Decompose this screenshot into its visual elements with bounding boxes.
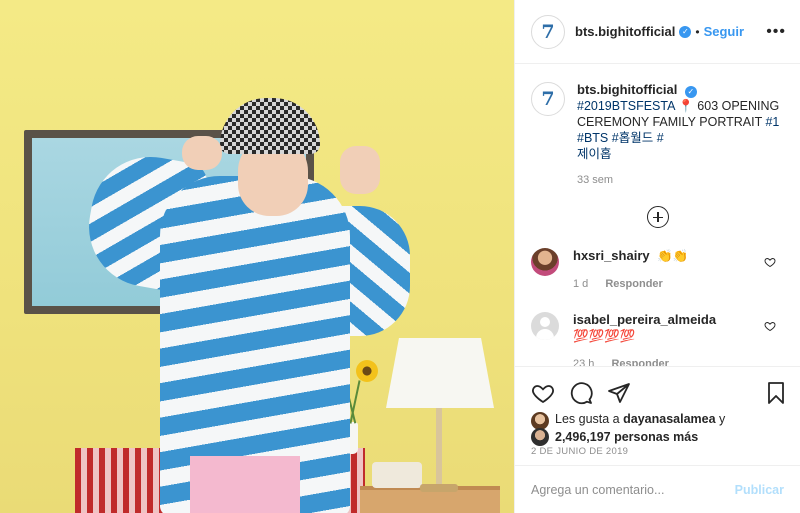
hashtag-link[interactable]: 제이홉 [577, 147, 612, 161]
comment-text: 💯💯💯💯 [573, 329, 636, 343]
comment-username[interactable]: hxsri_shairy [573, 248, 650, 263]
more-options-icon[interactable]: ••• [766, 23, 786, 41]
separator-dot: • [695, 24, 700, 39]
post-date[interactable]: 2 DE JUNIO DE 2019 [531, 446, 628, 457]
load-more-comments[interactable] [515, 206, 800, 228]
likes-connector: y [719, 412, 726, 426]
publish-button[interactable]: Publicar [735, 483, 784, 497]
post-photo[interactable] [0, 0, 514, 513]
bookmark-icon[interactable] [764, 381, 788, 405]
reply-button[interactable]: Responder [611, 358, 668, 366]
caption-timestamp[interactable]: 33 sem [577, 172, 784, 188]
post-header: 7 bts.bighitofficial ✓ • Seguir ••• [515, 0, 800, 64]
liker-username[interactable]: dayanasalamea [623, 412, 715, 426]
comment-item: hxsri_shairy 👏👏 1 d Responder [515, 248, 800, 292]
comment-username[interactable]: isabel_pereira_almeida [573, 312, 716, 327]
comment-time[interactable]: 1 d [573, 278, 588, 290]
paper-plane-icon[interactable] [607, 381, 631, 405]
account-avatar[interactable]: 7 [531, 14, 565, 49]
plus-circle-icon[interactable] [646, 206, 669, 228]
comment-text: 👏👏 [657, 249, 689, 263]
comment-item: isabel_pereira_almeida 💯💯💯💯 23 h Respond… [515, 312, 800, 366]
pin-icon: 📍 [678, 99, 694, 113]
commenter-avatar[interactable] [531, 248, 559, 276]
caption-avatar[interactable]: 7 [531, 82, 565, 116]
follow-button[interactable]: Seguir [704, 24, 744, 39]
heart-icon[interactable] [764, 256, 776, 268]
reply-button[interactable]: Responder [605, 278, 662, 290]
hashtag-link[interactable]: #BTS [577, 131, 608, 145]
default-avatar[interactable] [531, 312, 559, 340]
hashtag-link[interactable]: #홉월드 [612, 131, 653, 145]
caption-username[interactable]: bts.bighitofficial [577, 82, 677, 97]
add-comment-bar: Publicar [515, 465, 800, 513]
heart-icon[interactable] [531, 381, 555, 405]
verified-check-icon: ✓ [684, 86, 697, 98]
post-caption: 7 bts.bighitofficial ✓ #2019BTSFESTA 📍 6… [515, 64, 800, 188]
hashtag-link[interactable]: #2019BTSFESTA [577, 99, 675, 113]
hashtag-link[interactable]: # [657, 131, 664, 145]
comment-icon[interactable] [569, 381, 593, 405]
post-actions: Les gusta a dayanasalamea y 2,496,197 pe… [515, 366, 800, 450]
comment-time[interactable]: 23 h [573, 358, 594, 366]
likes-prefix: Les gusta a [555, 412, 620, 426]
photo-person [79, 96, 410, 513]
heart-icon[interactable] [764, 320, 776, 332]
likes-count[interactable]: 2,496,197 personas más [555, 429, 698, 446]
instagram-post: 7 bts.bighitofficial ✓ • Seguir ••• 7 bt… [0, 0, 800, 513]
liker-avatar[interactable] [531, 428, 549, 446]
comments-list[interactable]: 7 bts.bighitofficial ✓ #2019BTSFESTA 📍 6… [515, 64, 800, 366]
post-side-panel: 7 bts.bighitofficial ✓ • Seguir ••• 7 bt… [514, 0, 800, 513]
header-username[interactable]: bts.bighitofficial [575, 24, 675, 39]
comment-input[interactable] [531, 482, 735, 497]
verified-check-icon: ✓ [679, 25, 692, 38]
hashtag-link[interactable]: #1 [765, 115, 779, 129]
likes-summary: Les gusta a dayanasalamea y 2,496,197 pe… [515, 407, 800, 446]
